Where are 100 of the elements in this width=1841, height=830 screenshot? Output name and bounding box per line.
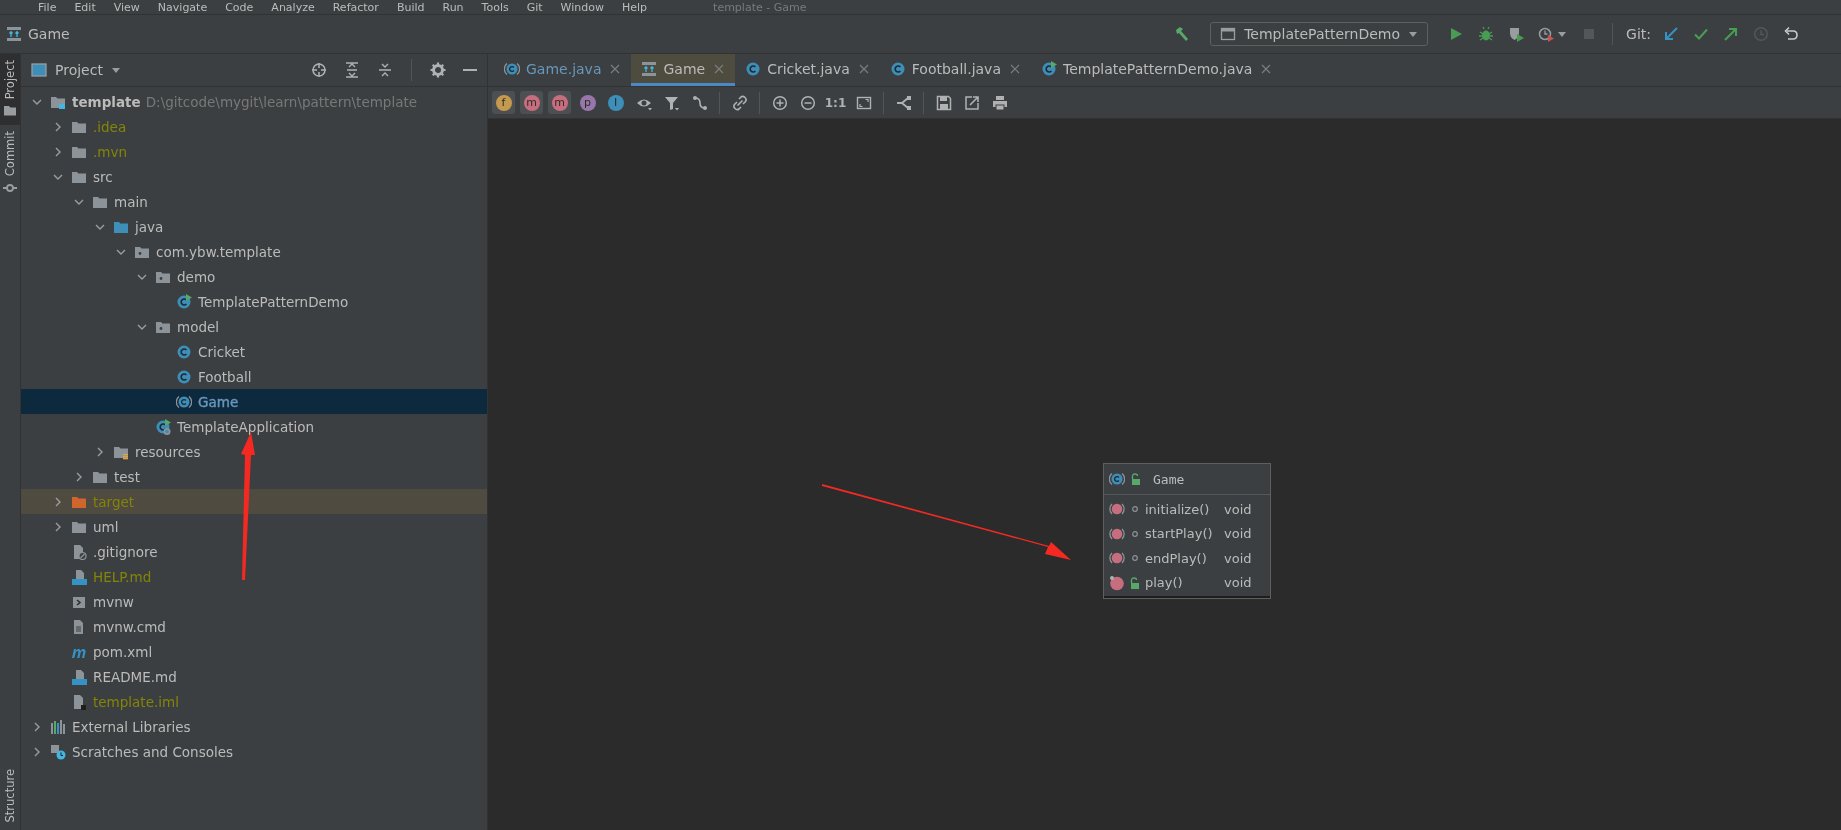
tree-item[interactable]: Cricket (21, 339, 487, 364)
return-type: void (1224, 526, 1252, 542)
tree-item[interactable]: TemplateApplication (21, 414, 487, 439)
tree-item[interactable]: mvnw.cmd (21, 614, 487, 639)
close-icon (1009, 62, 1021, 75)
tool-window-tab[interactable]: Structure (0, 762, 20, 830)
hammer-icon (1174, 26, 1191, 42)
menu-item[interactable]: Run (442, 1, 464, 14)
folder-icon (3, 103, 17, 118)
tree-item[interactable]: Football (21, 364, 487, 389)
tree-item[interactable]: TemplatePatternDemo (21, 289, 487, 314)
class-icon (176, 343, 192, 360)
menu-item[interactable]: Tools (481, 1, 509, 14)
editor-tab[interactable]: Game.java (494, 54, 632, 86)
breadcrumb[interactable]: Game (6, 26, 70, 42)
menu-item[interactable]: View (113, 1, 140, 14)
tree-item[interactable]: uml (21, 514, 487, 539)
tool-window-tab[interactable]: Project (0, 54, 20, 126)
tree-item[interactable]: demo (21, 264, 487, 289)
caret-icon (1557, 30, 1568, 38)
diagram-icon (641, 60, 658, 77)
tree-item[interactable]: test (21, 464, 487, 489)
layout-tree-icon (895, 94, 912, 111)
class-icon (889, 60, 906, 77)
menu-item[interactable]: Analyze (271, 1, 315, 14)
run-configuration-dropdown[interactable]: TemplatePatternDemo (1210, 22, 1429, 46)
menu-item[interactable]: Git (526, 1, 543, 14)
abstract-class-icon (504, 60, 520, 77)
tree-item[interactable]: pom.xml (21, 639, 487, 664)
tree-item[interactable]: model (21, 314, 487, 339)
menu-item[interactable]: Build (396, 1, 425, 14)
tree-item[interactable]: src (21, 164, 487, 189)
class-node[interactable]: Game initialize() void startPlay() void endPlay() void play() void (1103, 463, 1271, 599)
link-icon (731, 94, 748, 111)
close-icon (713, 62, 726, 75)
filter-icon (663, 94, 680, 111)
bug-icon (1478, 26, 1495, 42)
tree-item[interactable]: template D:\gitcode\mygit\learn\pattern\template (21, 89, 487, 114)
project-view-dropdown[interactable]: Project (31, 62, 121, 78)
tree-item[interactable]: main (21, 189, 487, 214)
menu-item[interactable]: Window (560, 1, 604, 14)
close-icon (857, 62, 870, 75)
module-file-icon (71, 693, 87, 710)
class-icon (745, 60, 762, 77)
settings-button[interactable] (428, 60, 448, 80)
menu-item[interactable]: Navigate (157, 1, 208, 14)
update-arrow-icon (1663, 26, 1679, 42)
editor-tab[interactable]: Cricket.java (735, 54, 880, 86)
menu-item[interactable]: Code (225, 1, 254, 14)
window-icon (1220, 26, 1237, 42)
scratches-icon (50, 743, 66, 760)
tree-item[interactable]: mvnw (21, 589, 487, 614)
actual-size-button[interactable]: 1:1 (824, 91, 847, 114)
editor-tab[interactable]: Football.java (879, 54, 1031, 86)
class-icon (176, 368, 192, 385)
toggle-button[interactable]: m (548, 91, 571, 114)
menu-item[interactable]: File (38, 1, 57, 14)
toggle-button[interactable]: m (520, 91, 543, 114)
class-name: Game (1153, 471, 1185, 487)
tree-item[interactable]: External Libraries (21, 714, 487, 739)
tree-item[interactable]: java (21, 214, 487, 239)
menu-item[interactable]: Refactor (332, 1, 379, 14)
tree-item[interactable]: Scratches and Consoles (21, 739, 487, 764)
minimize-button[interactable] (461, 67, 479, 73)
fit-icon (855, 94, 872, 111)
caret-icon (110, 66, 121, 74)
tree-item[interactable]: Game (21, 389, 487, 414)
tool-window-tab[interactable]: Commit (0, 125, 20, 203)
path-hint: D:\gitcode\mygit\learn\pattern\template (145, 93, 418, 110)
file-icon (71, 543, 87, 560)
return-type: void (1224, 575, 1252, 591)
menu-item[interactable]: Help (622, 1, 648, 14)
collapse-all-icon (377, 62, 393, 78)
return-type: void (1224, 501, 1252, 517)
markdown-file-icon (71, 668, 87, 685)
tree-item[interactable]: resources (21, 439, 487, 464)
method-name: initialize() (1145, 501, 1211, 517)
abstract-class-icon (176, 393, 192, 410)
profiler-icon (1538, 26, 1555, 42)
abstract-class-icon (1109, 471, 1125, 487)
export-icon (963, 94, 980, 111)
locate-button[interactable] (309, 60, 329, 80)
close-icon (609, 62, 622, 75)
tree-item[interactable]: README.md (21, 664, 487, 689)
check-icon (1693, 26, 1709, 42)
menu-item[interactable]: Edit (74, 1, 96, 14)
runnable-class-icon (1041, 60, 1057, 77)
tree-item[interactable]: com.ybw.template (21, 239, 487, 264)
markdown-file-icon (71, 568, 87, 585)
toggle-button[interactable]: f (492, 91, 515, 114)
editor-tab[interactable]: Game (631, 54, 736, 86)
return-type: void (1224, 550, 1252, 566)
close-icon (1260, 62, 1273, 75)
settings-icon (430, 62, 446, 78)
editor-tab[interactable]: TemplatePatternDemo.java (1031, 54, 1283, 86)
git-label: Git: (1626, 26, 1651, 42)
tree-item[interactable]: .gitignore (21, 539, 487, 564)
method-name: startPlay() (1145, 526, 1214, 542)
runnable-class-icon (176, 293, 192, 310)
unlocked-icon (1131, 473, 1141, 485)
